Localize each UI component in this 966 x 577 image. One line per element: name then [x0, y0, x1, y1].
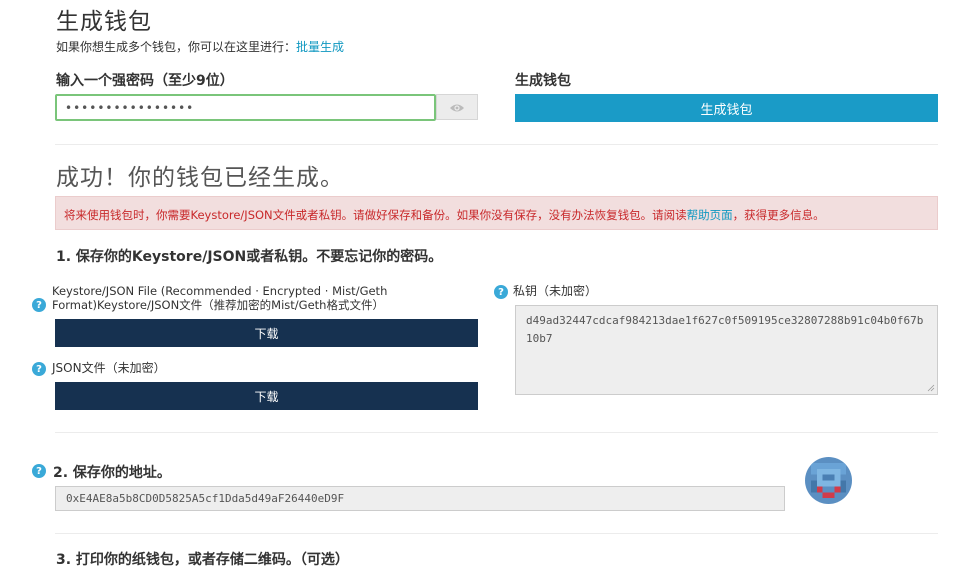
success-title: 成功！你的钱包已经生成。 — [56, 165, 344, 191]
wallet-address-field[interactable]: 0xE4AE8a5b8CD0D5825A5cf1Dda5d49aF26440eD… — [55, 486, 785, 511]
step2-title: 2. 保存你的地址。 — [53, 465, 171, 481]
alert-tail: ，获得更多信息。 — [732, 208, 825, 222]
help-icon[interactable]: ? — [32, 464, 46, 478]
divider — [55, 144, 938, 145]
backup-warning-alert: 将来使用钱包时，你需要Keystore/JSON文件或者私钥。请做好保存和备份。… — [55, 196, 938, 230]
eye-icon — [449, 98, 465, 117]
bulk-hint-text: 如果你想生成多个钱包，你可以在这里进行： — [56, 40, 297, 54]
password-label: 输入一个强密码（至少9位） — [56, 73, 234, 89]
identicon-avatar — [805, 457, 852, 504]
bulk-generate-hint: 如果你想生成多个钱包，你可以在这里进行：批量生成 — [56, 38, 344, 55]
json-download-button[interactable]: 下载 — [55, 382, 478, 410]
private-key-value: d49ad32447cdcaf984213dae1f627c0f509195ce… — [526, 314, 924, 345]
resize-grip-icon[interactable] — [927, 384, 935, 392]
help-icon[interactable]: ? — [32, 298, 46, 312]
private-key-textarea[interactable]: d49ad32447cdcaf984213dae1f627c0f509195ce… — [515, 305, 938, 395]
page-title: 生成钱包 — [56, 9, 152, 35]
step1-title: 1. 保存你的Keystore/JSON或者私钥。不要忘记你的密码。 — [56, 249, 443, 265]
help-page-link[interactable]: 帮助页面 — [687, 208, 733, 222]
divider — [55, 432, 938, 433]
keystore-label-line1: Keystore/JSON File (Recommended · Encryp… — [52, 284, 388, 298]
private-key-label: 私钥（未加密） — [513, 284, 598, 298]
help-icon[interactable]: ? — [32, 362, 46, 376]
keystore-label: Keystore/JSON File (Recommended · Encryp… — [52, 284, 387, 312]
show-password-button[interactable] — [436, 94, 478, 120]
divider — [55, 533, 938, 534]
help-icon[interactable]: ? — [494, 285, 508, 299]
bulk-generate-link[interactable]: 批量生成 — [296, 40, 344, 54]
keystore-label-line2: Format)Keystore/JSON文件（推荐加密的Mist/Geth格式文… — [52, 298, 384, 312]
generate-label: 生成钱包 — [515, 73, 571, 89]
alert-text: 将来使用钱包时，你需要Keystore/JSON文件或者私钥。请做好保存和备份。… — [64, 208, 687, 222]
password-input[interactable]: •••••••••••••••• — [55, 94, 436, 121]
json-label: JSON文件（未加密） — [52, 361, 166, 375]
generate-wallet-button[interactable]: 生成钱包 — [515, 94, 938, 122]
step3-title: 3. 打印你的纸钱包，或者存储二维码。（可选） — [56, 552, 349, 568]
keystore-download-button[interactable]: 下载 — [55, 319, 478, 347]
